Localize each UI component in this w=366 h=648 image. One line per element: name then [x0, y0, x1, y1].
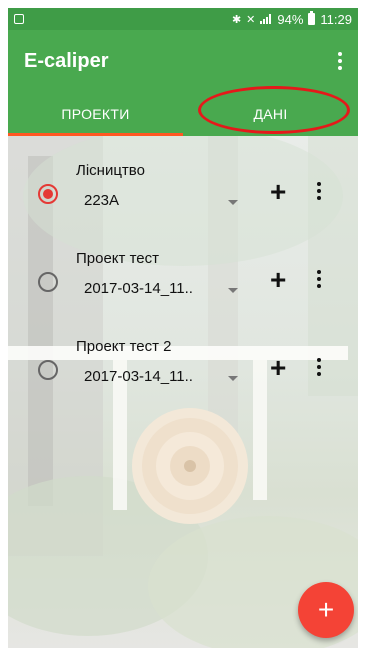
project-dropdown-value[interactable]: 2017-03-14_11..: [84, 280, 193, 297]
project-name: Лісництво: [76, 162, 145, 179]
clock: 11:29: [320, 11, 352, 27]
project-dropdown-value[interactable]: 223A: [84, 192, 119, 209]
dropdown-arrow-icon[interactable]: [228, 288, 238, 293]
status-bar: ✱ ✕ 94% 11:29: [8, 8, 358, 30]
overflow-menu-icon[interactable]: [328, 48, 352, 74]
project-menu-icon[interactable]: [317, 270, 321, 288]
project-menu-icon[interactable]: [317, 358, 321, 376]
app-bar: E-caliper: [8, 30, 358, 92]
add-project-fab[interactable]: +: [298, 582, 354, 638]
project-radio[interactable]: [38, 272, 58, 292]
project-name: Проект тест 2: [76, 338, 172, 355]
mute-icon: ✕: [246, 13, 256, 26]
project-menu-icon[interactable]: [317, 182, 321, 200]
dropdown-arrow-icon[interactable]: [228, 376, 238, 381]
project-radio[interactable]: [38, 360, 58, 380]
project-row[interactable]: Проект тест 2 2017-03-14_11.. +: [8, 330, 358, 410]
signal-icon: [260, 14, 272, 24]
notification-icon: [14, 14, 24, 24]
app-title: E-caliper: [24, 50, 109, 72]
tab-data[interactable]: ДАНІ: [183, 92, 358, 136]
add-measurement-icon[interactable]: +: [270, 178, 286, 206]
project-row[interactable]: Лісництво 223A +: [8, 154, 358, 234]
tab-bar: ПРОЕКТИ ДАНІ: [8, 92, 358, 136]
project-radio-selected[interactable]: [38, 184, 58, 204]
tab-projects[interactable]: ПРОЕКТИ: [8, 92, 183, 136]
project-row[interactable]: Проект тест 2017-03-14_11.. +: [8, 242, 358, 322]
battery-icon: [308, 11, 316, 25]
projects-list: Лісництво 223A + Проект тест 2017-03-14_…: [8, 136, 358, 648]
project-dropdown-value[interactable]: 2017-03-14_11..: [84, 368, 193, 385]
add-measurement-icon[interactable]: +: [270, 354, 286, 382]
dropdown-arrow-icon[interactable]: [228, 200, 238, 205]
project-name: Проект тест: [76, 250, 159, 267]
bluetooth-icon: ✱: [231, 13, 242, 26]
battery-percent: 94%: [277, 11, 304, 27]
app-screen: ✱ ✕ 94% 11:29 E-caliper ПРОЕКТИ ДАНІ Ліс…: [0, 0, 366, 648]
tab-projects-label: ПРОЕКТИ: [61, 106, 130, 122]
add-measurement-icon[interactable]: +: [270, 266, 286, 294]
tab-data-label: ДАНІ: [253, 106, 288, 122]
status-bar-right: ✱ ✕ 94% 11:29: [231, 11, 352, 27]
status-bar-left: [14, 14, 24, 24]
